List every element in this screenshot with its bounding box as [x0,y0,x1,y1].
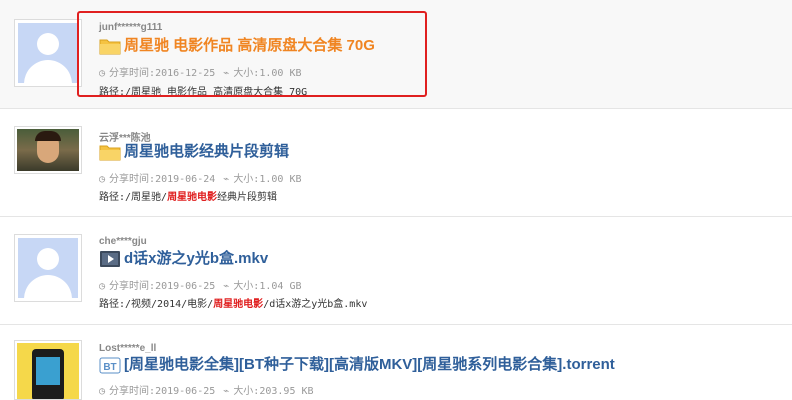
result-title[interactable]: d话x游之y光b盒.mkv [99,248,268,270]
result-meta: ◷ 分享时间:2019-06-25 ⌁ 大小:203.95 KB [99,382,318,397]
result-title-text[interactable]: d话x游之y光b盒.mkv [124,250,268,267]
path-keyword: 周星驰电影 [213,299,264,310]
share-time: 2019-06-24 [155,174,216,185]
result-title[interactable]: 周星驰电影经典片段剪辑 [99,141,289,163]
size-label: 大小: [233,174,260,185]
clock-icon: ◷ [99,281,106,292]
path-prefix: 路径:/视频/2014/电影/ [99,299,214,310]
result-row-4: Lost*****e_ll BT [周星驰电影全集][BT种子下载][高清版MK… [0,324,792,400]
share-time-label: 分享时间: [109,174,156,185]
size-label: 大小: [233,281,260,292]
avatar-default[interactable] [14,19,82,87]
result-path: 路径:/视频/2014/电影/周星驰电影/d话x游之y光b盒.mkv [99,295,367,310]
avatar-default[interactable] [14,234,82,302]
size-label: 大小: [233,386,260,397]
result-title-text[interactable]: [周星驰电影全集][BT种子下载][高清版MKV][周星驰系列电影合集].tor… [124,356,615,373]
result-row-3: che****gju d话x游之y光b盒.mkv ◷ 分享时间:2019-06-2… [0,216,792,325]
file-size: 1.04 GB [259,281,302,292]
result-meta: ◷ 分享时间:2019-06-25 ⌁ 大小:1.04 GB [99,277,306,292]
clock-icon: ◷ [99,174,106,185]
path-keyword: 周星驰电影 [167,192,218,203]
default-avatar-icon [18,23,78,83]
share-time-label: 分享时间: [109,281,156,292]
file-size: 1.00 KB [259,174,302,185]
user-photo-icon [17,129,79,171]
phone-avatar-icon [17,343,79,399]
avatar-photo[interactable] [14,126,82,174]
tag-icon: ⌁ [223,386,230,397]
tag-icon: ⌁ [223,174,230,185]
result-title-text[interactable]: 周星驰电影经典片段剪辑 [124,143,289,160]
path-prefix: 路径:/周星驰/ [99,192,168,203]
default-avatar-icon [18,238,78,298]
avatar-image[interactable] [14,340,82,400]
result-title[interactable]: BT [周星驰电影全集][BT种子下载][高清版MKV][周星驰系列电影合集].… [99,354,615,376]
path-suffix: 经典片段剪辑 [217,192,278,203]
svg-text:BT: BT [103,362,116,373]
file-size: 203.95 KB [259,386,314,397]
result-path: 路径:/周星驰/周星驰电影经典片段剪辑 [99,188,277,203]
share-time: 2019-06-25 [155,386,216,397]
video-file-icon [99,250,121,268]
folder-icon [99,143,121,161]
bt-torrent-icon: BT [99,356,121,374]
uploader-name[interactable]: che****gju [99,236,147,247]
share-time-label: 分享时间: [109,386,156,397]
result-row-2: 云浮***陈池 周星驰电影经典片段剪辑 ◷ 分享时间:2019-06-24 ⌁ 大小:… [0,108,792,217]
result-meta: ◷ 分享时间:2019-06-24 ⌁ 大小:1.00 KB [99,170,306,185]
clock-icon: ◷ [99,386,106,397]
path-suffix: /d话x游之y光b盒.mkv [263,299,368,310]
selection-highlight-box [77,11,427,97]
tag-icon: ⌁ [223,281,230,292]
uploader-name[interactable]: Lost*****e_ll [99,343,156,354]
share-time: 2019-06-25 [155,281,216,292]
